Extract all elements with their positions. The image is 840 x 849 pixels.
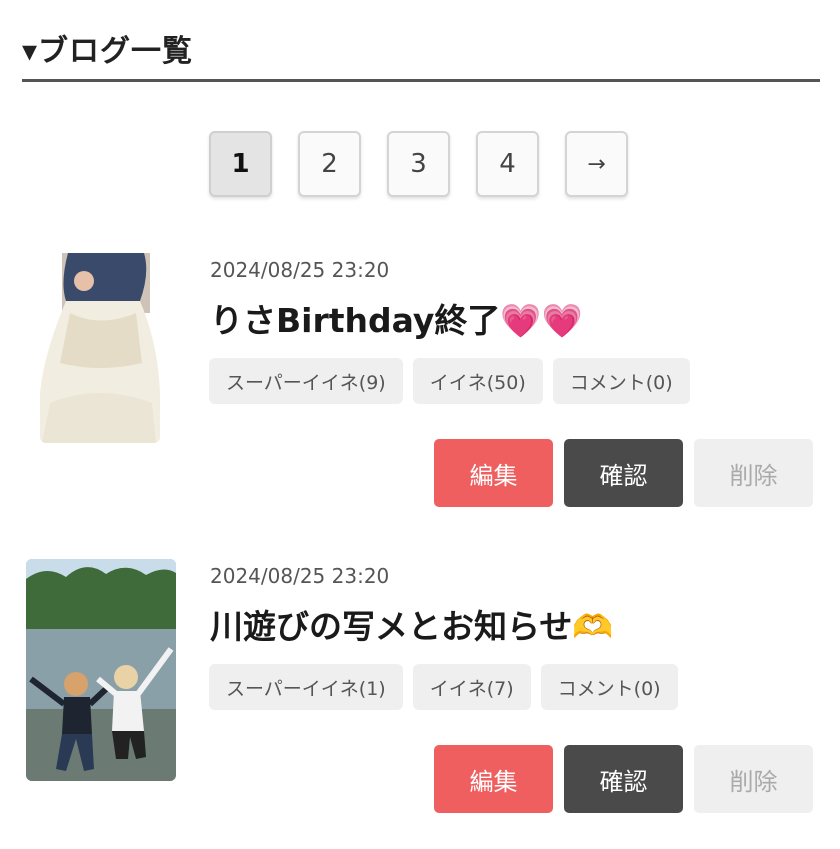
post-title-text: りさBirthday終了: [210, 301, 501, 340]
delete-button[interactable]: 削除: [694, 745, 813, 813]
page-button-3[interactable]: 3: [387, 131, 450, 197]
post-title-text: 川遊びの写メとお知らせ: [210, 607, 573, 646]
delete-button[interactable]: 削除: [694, 439, 813, 507]
blog-post-2: 2024/08/25 23:20 川遊びの写メとお知らせ🫶 スーパーイイネ(1)…: [0, 546, 840, 816]
post-date: 2024/08/25 23:20: [210, 564, 390, 588]
pagination: 1 2 3 4 →: [209, 131, 628, 197]
post-thumbnail[interactable]: [40, 253, 160, 443]
edit-button[interactable]: 編集: [434, 745, 553, 813]
heart-hands-emoji-icon: 🫶: [572, 607, 614, 646]
confirm-button[interactable]: 確認: [564, 745, 683, 813]
post-actions: 編集 確認 削除: [434, 439, 813, 507]
super-like-badge[interactable]: スーパーイイネ(1): [209, 664, 403, 710]
like-badge[interactable]: イイネ(50): [412, 358, 543, 404]
comment-badge[interactable]: コメント(0): [552, 358, 690, 404]
super-like-badge[interactable]: スーパーイイネ(9): [209, 358, 403, 404]
blog-list-header: ▾ブログ一覧: [22, 22, 820, 82]
post-stats: スーパーイイネ(1) イイネ(7) コメント(0): [209, 664, 688, 710]
post-thumbnail[interactable]: [26, 559, 176, 781]
next-page-button[interactable]: →: [565, 131, 628, 197]
post-stats: スーパーイイネ(9) イイネ(50) コメント(0): [209, 358, 700, 404]
post-date: 2024/08/25 23:20: [210, 258, 390, 282]
edit-button[interactable]: 編集: [434, 439, 553, 507]
post-title[interactable]: 川遊びの写メとお知らせ🫶: [210, 600, 613, 648]
like-badge[interactable]: イイネ(7): [412, 664, 531, 710]
blog-post-1: 2024/08/25 23:20 りさBirthday終了💗💗 スーパーイイネ(…: [0, 240, 840, 510]
heart-emoji-icon: 💗💗: [500, 301, 583, 340]
confirm-button[interactable]: 確認: [564, 439, 683, 507]
post-actions: 編集 確認 削除: [434, 745, 813, 813]
page-button-4[interactable]: 4: [476, 131, 539, 197]
page-title: ▾ブログ一覧: [22, 34, 194, 69]
page-button-2[interactable]: 2: [298, 131, 361, 197]
comment-badge[interactable]: コメント(0): [540, 664, 678, 710]
page-button-1[interactable]: 1: [209, 131, 272, 197]
post-title[interactable]: りさBirthday終了💗💗: [210, 294, 583, 342]
